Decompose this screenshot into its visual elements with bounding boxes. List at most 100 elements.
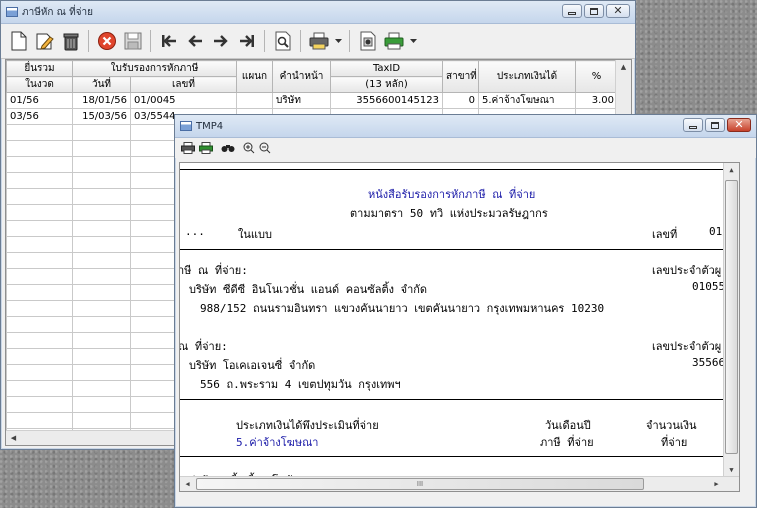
empty-cell[interactable] xyxy=(6,268,73,285)
empty-cell[interactable] xyxy=(6,220,73,237)
empty-cell[interactable] xyxy=(72,332,131,349)
edit-button[interactable] xyxy=(33,30,56,53)
last-record-button[interactable] xyxy=(235,30,258,53)
horizontal-scroll-thumb[interactable]: III xyxy=(196,478,644,490)
new-document-button[interactable] xyxy=(7,30,30,53)
empty-cell[interactable] xyxy=(72,284,131,301)
main-titlebar[interactable]: ภาษีหัก ณ ที่จ่าย ✕ xyxy=(1,1,635,24)
cell-date[interactable]: 15/03/56 xyxy=(72,108,131,125)
header-period[interactable]: ยื่นรวม xyxy=(6,60,73,77)
header-branch[interactable]: สาขาที่ xyxy=(442,60,480,93)
minimize-button[interactable] xyxy=(683,118,703,132)
empty-cell[interactable] xyxy=(6,172,73,189)
cell-branch[interactable]: 0 xyxy=(442,92,480,109)
first-record-button[interactable] xyxy=(157,30,180,53)
zoom-in-button[interactable] xyxy=(243,142,255,154)
preview-button[interactable] xyxy=(271,30,294,53)
empty-cell[interactable] xyxy=(72,156,131,173)
minimize-button[interactable] xyxy=(562,4,582,18)
close-button[interactable]: ✕ xyxy=(606,4,630,18)
delete-button[interactable] xyxy=(59,30,82,53)
report-button[interactable] xyxy=(356,30,379,53)
scroll-left-icon[interactable]: ◀ xyxy=(180,477,195,491)
report-horizontal-scrollbar[interactable]: ◀ III ▶ xyxy=(180,476,739,491)
empty-cell[interactable] xyxy=(6,124,73,141)
close-button[interactable]: ✕ xyxy=(727,118,751,132)
report-vertical-scrollbar[interactable]: ▲ ▼ xyxy=(723,163,739,477)
scroll-down-icon[interactable]: ▼ xyxy=(724,463,739,477)
cancel-button[interactable] xyxy=(95,30,118,53)
cell-prefix[interactable]: บริษัท xyxy=(272,92,332,109)
cell-percent[interactable]: 3.00 xyxy=(575,92,619,109)
zoom-out-button[interactable] xyxy=(259,142,271,154)
empty-cell[interactable] xyxy=(72,268,131,285)
maximize-button[interactable] xyxy=(584,4,604,18)
empty-cell[interactable] xyxy=(72,172,131,189)
print-dropdown-button[interactable] xyxy=(333,30,343,53)
empty-cell[interactable] xyxy=(72,348,131,365)
scroll-up-icon[interactable]: ▲ xyxy=(724,163,739,177)
scroll-right-icon[interactable]: ▶ xyxy=(709,477,724,491)
save-button[interactable] xyxy=(121,30,144,53)
empty-cell[interactable] xyxy=(6,140,73,157)
empty-cell[interactable] xyxy=(72,396,131,413)
cell-taxid[interactable]: 3556600145123 xyxy=(330,92,444,109)
print-setup-button[interactable] xyxy=(199,142,213,154)
find-button[interactable] xyxy=(221,143,235,153)
empty-cell[interactable] xyxy=(72,220,131,237)
cell-number[interactable]: 01/0045 xyxy=(129,92,238,109)
cell-date[interactable]: 18/01/56 xyxy=(72,92,131,109)
print-green-dropdown-button[interactable] xyxy=(408,30,418,53)
header-taxid[interactable]: TaxID xyxy=(330,60,444,77)
empty-cell[interactable] xyxy=(6,204,73,221)
header-department[interactable]: แผนก xyxy=(236,60,274,93)
header-in-period[interactable]: ในงวด xyxy=(6,76,73,93)
preview-titlebar[interactable]: TMP4 ✕ xyxy=(175,115,756,138)
empty-cell[interactable] xyxy=(6,284,73,301)
empty-cell[interactable] xyxy=(6,412,73,429)
print-button[interactable] xyxy=(307,30,330,53)
cell-period[interactable]: 01/56 xyxy=(6,92,73,109)
empty-cell[interactable] xyxy=(6,188,73,205)
empty-cell[interactable] xyxy=(72,380,131,397)
empty-cell[interactable] xyxy=(72,188,131,205)
empty-cell[interactable] xyxy=(6,396,73,413)
empty-cell[interactable] xyxy=(72,252,131,269)
empty-cell[interactable] xyxy=(72,236,131,253)
empty-cell[interactable] xyxy=(72,140,131,157)
empty-cell[interactable] xyxy=(72,204,131,221)
header-prefix[interactable]: คำนำหน้า xyxy=(272,60,332,93)
next-record-button[interactable] xyxy=(209,30,232,53)
header-number[interactable]: เลขที่ xyxy=(129,76,238,93)
header-certificate[interactable]: ใบรับรองการหักภาษี xyxy=(71,60,238,77)
empty-cell[interactable] xyxy=(6,332,73,349)
cell-period[interactable]: 03/56 xyxy=(6,108,73,125)
empty-cell[interactable] xyxy=(6,364,73,381)
header-percent[interactable]: % xyxy=(575,60,619,93)
empty-cell[interactable] xyxy=(72,300,131,317)
print-button[interactable] xyxy=(181,142,195,154)
cell-department[interactable] xyxy=(236,92,274,109)
vertical-scroll-thumb[interactable] xyxy=(725,180,738,454)
empty-cell[interactable] xyxy=(6,380,73,397)
empty-cell[interactable] xyxy=(72,412,131,429)
empty-cell[interactable] xyxy=(6,156,73,173)
empty-cell[interactable] xyxy=(6,236,73,253)
scroll-up-icon[interactable]: ▲ xyxy=(616,60,631,74)
header-date[interactable]: วันที่ xyxy=(72,76,131,93)
table-row[interactable]: 01/56 18/01/56 01/0045 บริษัท 3556600145… xyxy=(6,92,619,109)
cell-income-type[interactable]: 5.ค่าจ้างโฆษณา xyxy=(478,92,577,109)
print-green-button[interactable] xyxy=(382,30,405,53)
empty-cell[interactable] xyxy=(72,316,131,333)
prev-record-button[interactable] xyxy=(183,30,206,53)
empty-cell[interactable] xyxy=(6,300,73,317)
empty-cell[interactable] xyxy=(6,316,73,333)
empty-cell[interactable] xyxy=(72,124,131,141)
report-preview-area[interactable]: หนังสือรับรองการหักภาษี ณ ที่จ่าย ตามมาต… xyxy=(179,162,740,492)
empty-cell[interactable] xyxy=(6,252,73,269)
empty-cell[interactable] xyxy=(6,348,73,365)
scroll-left-icon[interactable]: ◀ xyxy=(6,431,21,445)
header-taxid-13[interactable]: (13 หลัก) xyxy=(330,76,444,93)
empty-cell[interactable] xyxy=(72,364,131,381)
header-income-type[interactable]: ประเภทเงินได้ xyxy=(478,60,577,93)
